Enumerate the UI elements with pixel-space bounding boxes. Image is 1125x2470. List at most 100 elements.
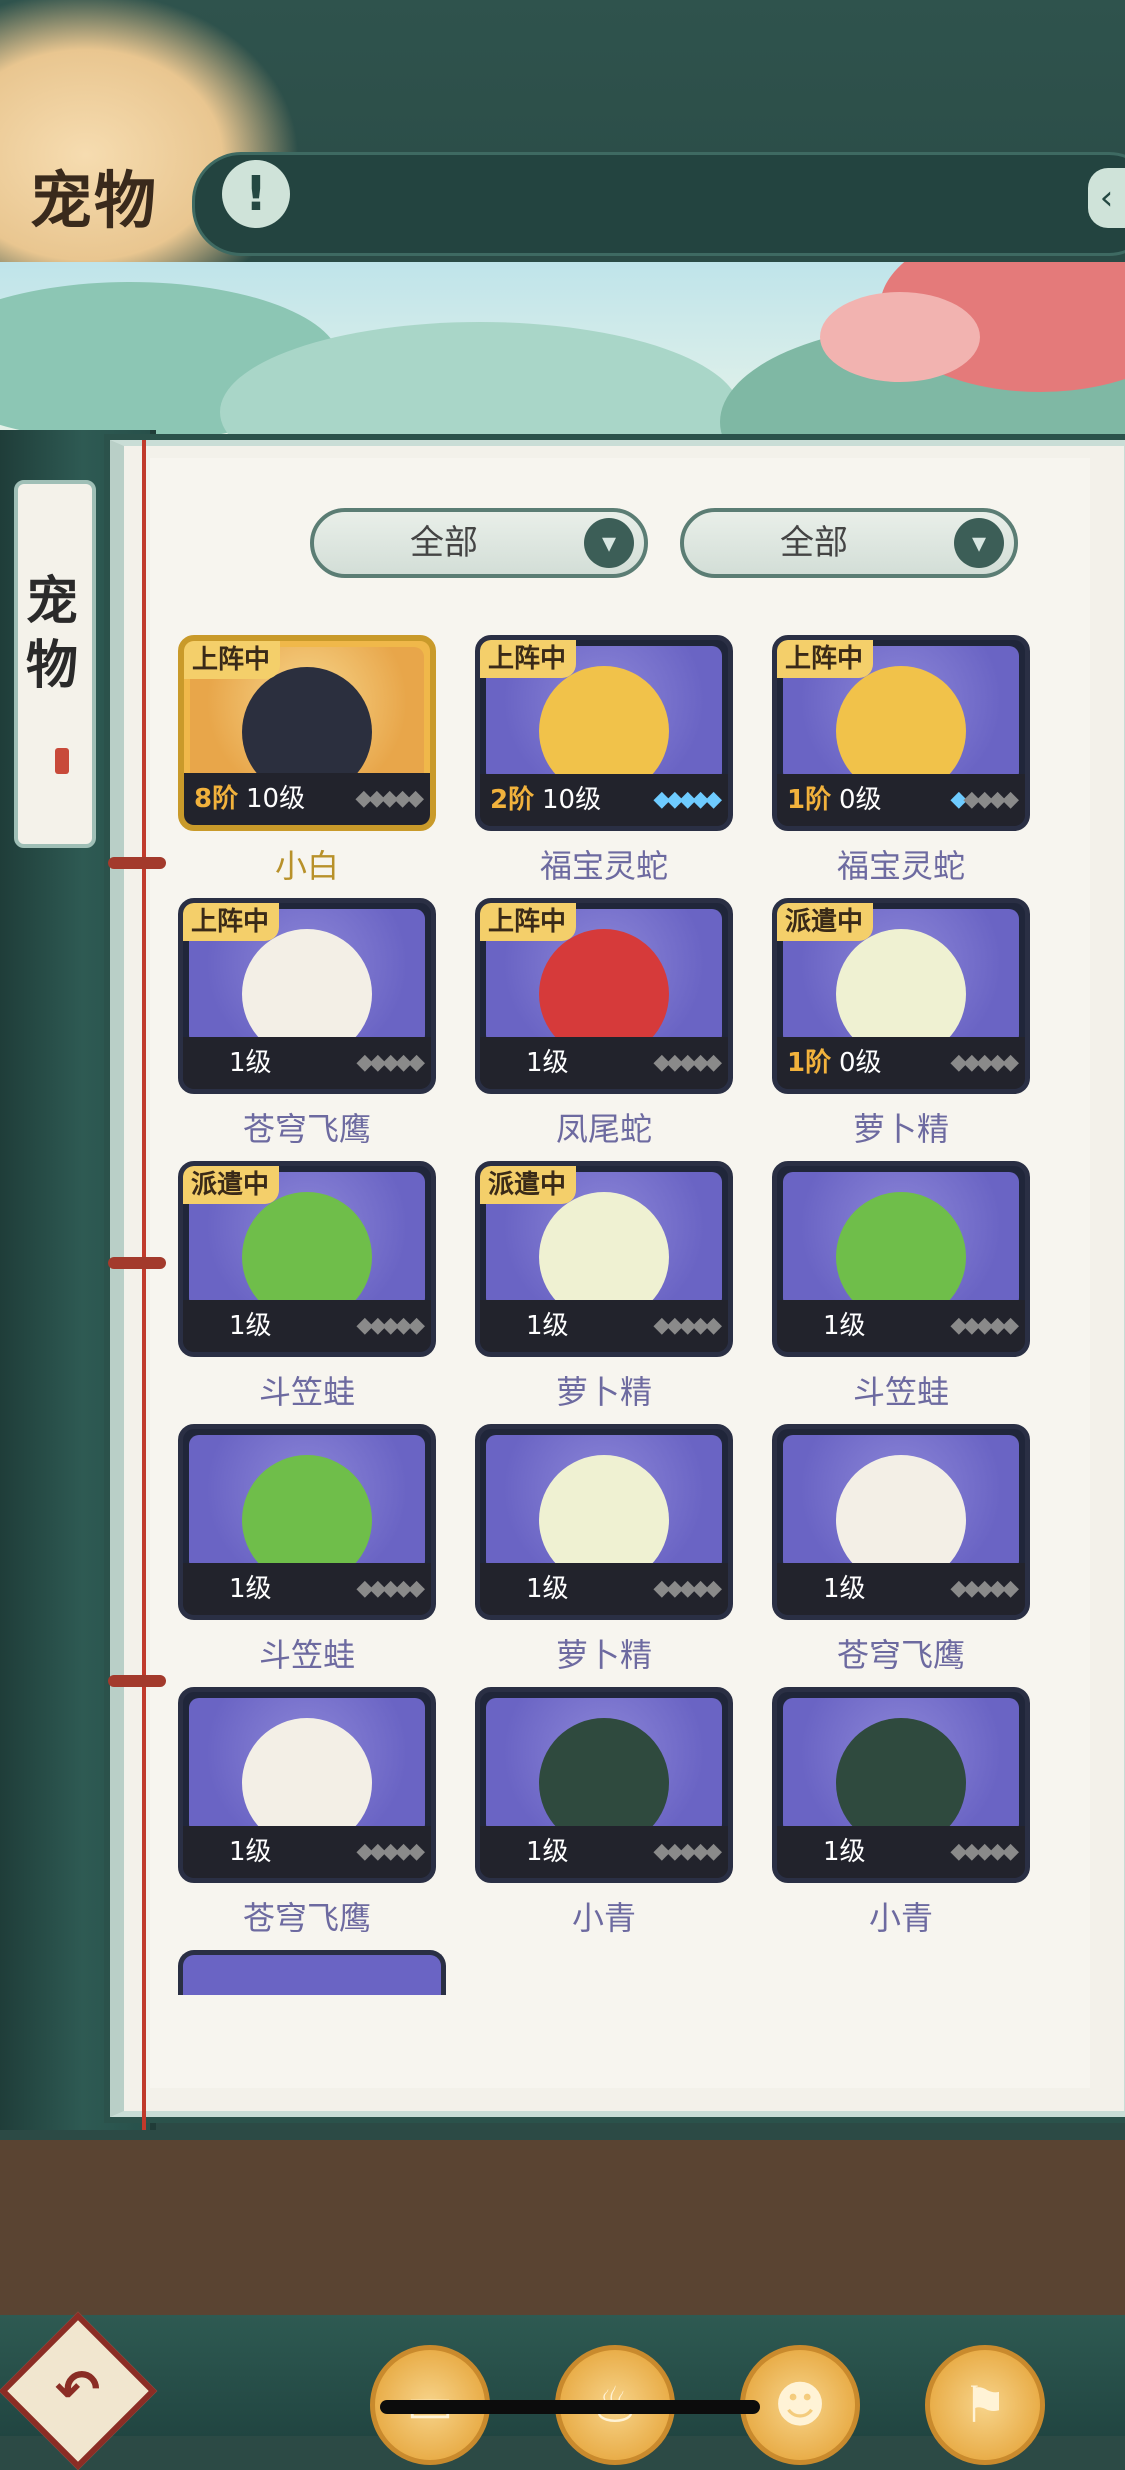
star-icon: ◆ <box>395 1313 412 1338</box>
alert-icon[interactable]: ! <box>222 160 290 228</box>
star-icon: ◆ <box>407 786 424 811</box>
status-badge: 派遣中 <box>777 903 874 941</box>
pet-card[interactable]: 上阵中 1级 ◆◆◆◆◆ <box>178 898 436 1094</box>
star-icon: ◆ <box>356 1839 373 1864</box>
pet-name: 凤尾蛇 <box>555 1110 652 1148</box>
star-icon: ◆ <box>395 1050 412 1075</box>
pet-card[interactable]: 1级 ◆◆◆◆◆ <box>772 1424 1030 1620</box>
pet-level: 0级 <box>839 1048 882 1078</box>
star-rating: ◆◆◆◆◆ <box>356 1838 425 1866</box>
binding-ring <box>108 1675 166 1687</box>
star-rating: ◆◆◆◆◆ <box>653 1575 722 1603</box>
notice-bar[interactable] <box>192 152 1125 256</box>
pet-info-bar: 8阶 10级 ◆◆◆◆◆ <box>184 773 430 825</box>
star-rating: ◆◆◆◆◆ <box>950 1049 1019 1077</box>
pet-avatar <box>242 1718 372 1834</box>
star-icon: ◆ <box>976 1050 993 1075</box>
pet-portrait <box>783 1172 1019 1308</box>
star-rating: ◆◆◆◆◆ <box>356 1312 425 1340</box>
pet-card[interactable]: 上阵中 1级 ◆◆◆◆◆ <box>475 898 733 1094</box>
pet-card-partial[interactable] <box>178 1950 446 1995</box>
filter-dropdown-2[interactable]: 全部 ▾ <box>680 508 1018 578</box>
pet-portrait <box>783 1698 1019 1834</box>
filter-label: 全部 <box>780 523 848 563</box>
status-badge: 上阵中 <box>480 640 577 678</box>
scenic-banner <box>0 262 1125 452</box>
star-rating: ◆◆◆◆◆ <box>950 1838 1019 1866</box>
star-icon: ◆ <box>950 787 967 812</box>
pet-portrait <box>189 1435 425 1571</box>
star-icon: ◆ <box>950 1576 967 1601</box>
pet-avatar <box>539 929 669 1045</box>
star-icon: ◆ <box>950 1313 967 1338</box>
pet-card[interactable]: 1级 ◆◆◆◆◆ <box>178 1424 436 1620</box>
star-icon: ◆ <box>369 1839 386 1864</box>
star-icon: ◆ <box>666 1839 683 1864</box>
star-icon: ◆ <box>692 787 709 812</box>
pet-card[interactable]: 上阵中 2阶 10级 ◆◆◆◆◆ <box>475 635 733 831</box>
pet-card[interactable]: 1级 ◆◆◆◆◆ <box>475 1424 733 1620</box>
star-icon: ◆ <box>963 787 980 812</box>
star-rating: ◆◆◆◆◆ <box>950 786 1019 814</box>
star-icon: ◆ <box>679 1576 696 1601</box>
pet-avatar <box>242 1455 372 1571</box>
pet-card[interactable]: 派遣中 1阶 0级 ◆◆◆◆◆ <box>772 898 1030 1094</box>
pet-stage: 8阶 <box>194 784 239 814</box>
pet-card[interactable]: 派遣中 1级 ◆◆◆◆◆ <box>178 1161 436 1357</box>
star-icon: ◆ <box>963 1050 980 1075</box>
pet-avatar <box>242 929 372 1045</box>
star-icon: ◆ <box>976 1576 993 1601</box>
star-icon: ◆ <box>1002 1313 1019 1338</box>
pet-name: 萝卜精 <box>852 1110 949 1148</box>
pet-card[interactable]: 派遣中 1级 ◆◆◆◆◆ <box>475 1161 733 1357</box>
star-rating: ◆◆◆◆◆ <box>355 785 424 813</box>
pet-info-bar: 1级 ◆◆◆◆◆ <box>480 1037 728 1089</box>
pet-info-bar: 1级 ◆◆◆◆◆ <box>183 1563 431 1615</box>
pet-card[interactable]: 1级 ◆◆◆◆◆ <box>475 1687 733 1883</box>
star-icon: ◆ <box>976 787 993 812</box>
star-icon: ◆ <box>408 1313 425 1338</box>
status-badge: 上阵中 <box>480 903 577 941</box>
star-icon: ◆ <box>369 1576 386 1601</box>
star-icon: ◆ <box>369 1313 386 1338</box>
star-icon: ◆ <box>692 1576 709 1601</box>
chevron-left-icon[interactable]: ‹ <box>1088 168 1125 228</box>
star-icon: ◆ <box>653 787 670 812</box>
pet-card[interactable]: 上阵中 8阶 10级 ◆◆◆◆◆ <box>178 635 436 831</box>
star-icon: ◆ <box>1002 1839 1019 1864</box>
star-icon: ◆ <box>989 1050 1006 1075</box>
star-icon: ◆ <box>653 1839 670 1864</box>
pet-info-bar: 1阶 0级 ◆◆◆◆◆ <box>777 774 1025 826</box>
star-icon: ◆ <box>666 1576 683 1601</box>
star-rating: ◆◆◆◆◆ <box>653 786 722 814</box>
filter-dropdown-1[interactable]: 全部 ▾ <box>310 508 648 578</box>
star-icon: ◆ <box>394 786 411 811</box>
star-icon: ◆ <box>963 1576 980 1601</box>
pet-level: 10级 <box>246 784 306 814</box>
pet-card[interactable]: 1级 ◆◆◆◆◆ <box>772 1161 1030 1357</box>
chevron-down-icon: ▾ <box>954 518 1004 568</box>
back-arrow-icon[interactable]: ↶ <box>55 2358 100 2421</box>
pet-avatar <box>539 1718 669 1834</box>
margin-line <box>142 440 146 2130</box>
pet-portrait <box>783 1435 1019 1571</box>
pet-avatar <box>836 1192 966 1308</box>
map-icon[interactable]: ⚑ <box>925 2345 1045 2465</box>
pet-card[interactable]: 1级 ◆◆◆◆◆ <box>178 1687 436 1883</box>
pet-avatar <box>836 666 966 782</box>
star-icon: ◆ <box>368 786 385 811</box>
pet-info-bar: 1级 ◆◆◆◆◆ <box>183 1300 431 1352</box>
pet-name: 小青 <box>571 1899 636 1937</box>
star-rating: ◆◆◆◆◆ <box>653 1312 722 1340</box>
star-icon: ◆ <box>653 1050 670 1075</box>
pet-level: 1级 <box>526 1574 569 1604</box>
star-rating: ◆◆◆◆◆ <box>950 1575 1019 1603</box>
pet-level: 1级 <box>823 1837 866 1867</box>
star-icon: ◆ <box>679 787 696 812</box>
filter-label: 全部 <box>410 523 478 563</box>
pet-card[interactable]: 1级 ◆◆◆◆◆ <box>772 1687 1030 1883</box>
star-icon: ◆ <box>408 1839 425 1864</box>
star-icon: ◆ <box>408 1050 425 1075</box>
pet-card[interactable]: 上阵中 1阶 0级 ◆◆◆◆◆ <box>772 635 1030 831</box>
star-icon: ◆ <box>355 786 372 811</box>
